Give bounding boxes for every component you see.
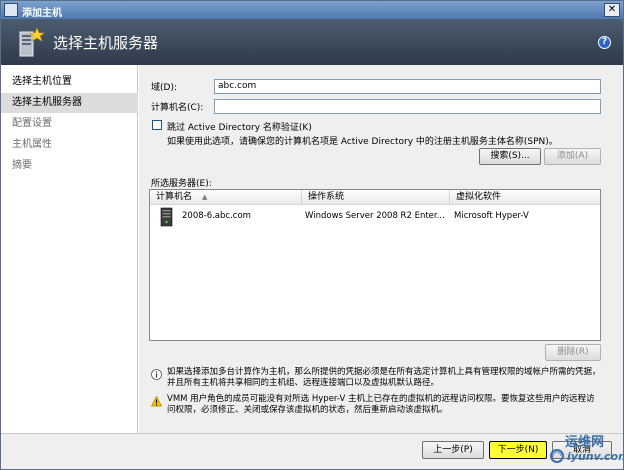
server-icon <box>19 27 45 57</box>
skip-ad-label[interactable]: 跳过 Active Directory 名称验证(K) <box>167 120 312 133</box>
server-icon <box>160 207 173 227</box>
nav-step-host-server[interactable]: 选择主机服务器 <box>1 93 138 113</box>
app-icon <box>4 3 18 17</box>
table-row[interactable]: 2008-6.abc.com Windows Server 2008 R2 En… <box>150 206 600 228</box>
remove-button[interactable]: 删除(R) <box>545 344 601 361</box>
nav-step-host-location[interactable]: 选择主机位置 <box>1 72 138 92</box>
add-host-window: 添加主机 ✕ 选择主机服务器 ? 选择主机位置 选择主机服务器 配置设置 主机属… <box>0 0 624 470</box>
computer-name-label: 计算机名(C): <box>151 103 204 113</box>
computer-name-input[interactable] <box>214 99 601 114</box>
server-name-cell: 2008-6.abc.com <box>182 211 251 221</box>
page-title: 选择主机服务器 <box>53 34 159 52</box>
column-virtualization[interactable]: 虚拟化软件 <box>450 190 600 204</box>
help-icon[interactable]: ? <box>598 36 611 49</box>
column-os[interactable]: 操作系统 <box>302 190 450 204</box>
column-computer-name[interactable]: 计算机名 <box>150 190 302 204</box>
next-button[interactable]: 下一步(N) <box>489 441 547 459</box>
spn-hint: 如果使用此选项，请确保您的计算机名项是 Active Directory 中的注… <box>167 137 558 147</box>
sort-ascending-icon: ▲ <box>202 193 208 201</box>
close-button[interactable]: ✕ <box>604 3 620 17</box>
watermark-text-en: iyunv.com <box>567 450 624 463</box>
info-notice: 如果选择添加多台计算作为主机，那么所提供的凭据必须是在所有选定计算机上具有管理权… <box>167 367 601 388</box>
info-icon <box>151 369 162 380</box>
server-os-cell: Windows Server 2008 R2 Enter... <box>305 211 445 221</box>
list-header: 计算机名 ▲ 操作系统 虚拟化软件 <box>150 190 600 205</box>
nav-step-host-props: 主机属性 <box>12 139 52 150</box>
add-button[interactable]: 添加(A) <box>544 148 601 165</box>
skip-ad-checkbox[interactable] <box>152 120 162 130</box>
wizard-steps-nav: 选择主机位置 选择主机服务器 配置设置 主机属性 摘要 <box>1 65 138 433</box>
search-button[interactable]: 搜索(S)... <box>479 148 541 165</box>
window-title: 添加主机 <box>22 8 62 19</box>
title-bar[interactable]: 添加主机 ✕ <box>1 1 623 19</box>
server-virt-cell: Microsoft Hyper-V <box>454 211 529 221</box>
nav-step-summary: 摘要 <box>12 160 32 171</box>
selected-servers-label: 所选服务器(E): <box>151 179 212 189</box>
wizard-header: 选择主机服务器 ? <box>1 19 623 65</box>
domain-label: 域(D): <box>151 83 177 93</box>
warning-notice: VMM 用户角色的成员可能没有对所选 Hyper-V 主机上已存在的虚拟机的远程… <box>167 394 595 415</box>
selected-servers-list[interactable]: 计算机名 ▲ 操作系统 虚拟化软件 2008-6.abc.com Windows… <box>149 189 601 341</box>
watermark-text-cn: 运维网 <box>565 435 605 450</box>
back-button[interactable]: 上一步(P) <box>422 441 484 459</box>
warning-icon <box>151 396 162 407</box>
nav-step-config: 配置设置 <box>12 118 52 129</box>
domain-input[interactable]: abc.com <box>214 79 601 94</box>
